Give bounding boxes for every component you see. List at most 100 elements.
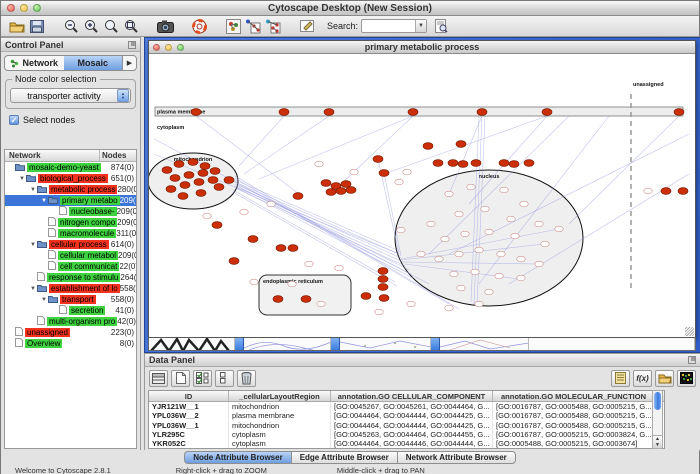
network-node-unselected[interactable] [461,231,469,237]
network-node-selected-color[interactable] [162,167,172,174]
network-edge[interactable] [237,184,409,270]
tab-node-attribute-browser[interactable]: Node Attribute Browser [184,451,291,464]
table-row-ypl036w-1[interactable]: YPL036W__1mitochondrion[GO:0044464, GO:0… [149,421,664,430]
open-folder-icon[interactable] [7,17,27,35]
window-resize-grip[interactable] [685,327,694,336]
network-node-selected-color[interactable] [458,161,468,168]
network-node-selected-color[interactable] [194,179,204,186]
network-node-unselected[interactable] [644,188,652,194]
network-node-selected-color[interactable] [456,141,466,148]
network-node-unselected[interactable] [317,301,325,307]
network-node-unselected[interactable] [457,285,465,291]
select-nodes-checkbox[interactable]: ✓ [9,115,19,125]
tree-expander-icon[interactable]: ▼ [29,286,37,292]
network-node-selected-color[interactable] [326,189,336,196]
zoom-selected-region-icon[interactable] [121,17,141,35]
network-node-unselected[interactable] [475,247,483,253]
network-node-selected-color[interactable] [346,187,356,194]
network-node-unselected[interactable] [455,211,463,217]
close-button[interactable] [7,4,15,12]
tree-item-cell-communicat[interactable]: cell communicat22(0) [5,261,136,272]
minimize-button[interactable] [20,4,28,12]
network-node-unselected[interactable] [427,221,435,227]
network-node-unselected[interactable] [517,256,525,262]
network-node-unselected[interactable] [267,201,275,207]
network-edge[interactable] [569,116,679,224]
network-node-unselected[interactable] [450,271,458,277]
background-window-thumbnail[interactable] [331,338,431,350]
network-node-unselected[interactable] [475,301,483,307]
table-row-ylr295c[interactable]: YLR295Ccytoplasm[GO:0045263, GO:0044464,… [149,430,664,439]
layout-network-icon-1[interactable] [243,17,263,35]
network-node-selected-color[interactable] [180,182,190,189]
network-node-unselected[interactable] [467,184,475,190]
network-node-selected-color[interactable] [208,177,218,184]
tree-item-unassigned[interactable]: unassigned223(0) [5,327,136,338]
tree-item-transport[interactable]: ▼transport558(0) [5,294,136,305]
tab-overflow-arrow-icon[interactable]: ▶ [122,56,136,70]
network-node-selected-color[interactable] [379,295,389,302]
scrollbar-arrows-icon[interactable]: ▲▼ [653,435,662,448]
new-attribute-icon[interactable] [171,370,190,387]
tab-network-attribute-browser[interactable]: Network Attribute Browser [397,451,516,464]
tree-item-response-to-stimulu[interactable]: response to stimulu264(0) [5,272,136,283]
network-node-selected-color[interactable] [276,245,286,252]
search-dropdown-arrow-icon[interactable]: ▼ [415,20,426,32]
network-node-selected-color[interactable] [273,296,283,303]
background-window-thumbnail[interactable] [149,338,235,350]
network-node-unselected[interactable] [335,265,343,271]
network-node-unselected[interactable] [445,305,453,311]
network-node-selected-color[interactable] [184,172,194,179]
tree-expander-icon[interactable]: ▼ [29,242,37,248]
network-node-unselected[interactable] [555,226,563,232]
network-node-unselected[interactable] [375,309,383,315]
table-row-yjr121w-1[interactable]: YJR121W__1mitochondrion[GO:0045267, GO:0… [149,402,664,411]
network-node-unselected[interactable] [305,261,313,267]
network-node-unselected[interactable] [350,169,358,175]
search-input[interactable]: ▼ [361,19,427,33]
network-node-unselected[interactable] [240,209,248,215]
column-header-annotation-go-cellular-component[interactable]: annotation.GO CELLULAR_COMPONENT [331,391,493,401]
network-minimize-button[interactable] [165,44,172,51]
network-node-selected-color[interactable] [524,160,534,167]
background-window-thumbnail[interactable] [235,338,331,350]
column-header-id[interactable]: ID [149,391,229,401]
network-node-selected-color[interactable] [509,161,519,168]
zoom-window-button[interactable] [33,4,41,12]
search-options-icon[interactable] [431,17,451,35]
network-node-unselected[interactable] [455,251,463,257]
network-node-selected-color[interactable] [214,184,224,191]
tree-item-macromolecule[interactable]: macromolecule311(0) [5,228,136,239]
network-node-selected-color[interactable] [674,109,684,116]
attribute-editor-icon[interactable] [611,370,630,387]
network-node-selected-color[interactable] [196,190,206,197]
layout-network-icon-2[interactable] [263,17,283,35]
tree-col-nodes[interactable]: Nodes [100,150,136,161]
network-node-unselected[interactable] [481,206,489,212]
network-node-unselected[interactable] [500,187,508,193]
network-node-selected-color[interactable] [293,193,303,200]
network-overview-icon[interactable] [223,17,243,35]
network-edge[interactable] [233,190,395,282]
network-node-selected-color[interactable] [448,160,458,167]
network-node-unselected[interactable] [507,216,515,222]
network-node-selected-color[interactable] [361,293,371,300]
unselect-attributes-icon[interactable] [215,370,234,387]
network-node-unselected[interactable] [445,191,453,197]
network-node-selected-color[interactable] [373,156,383,163]
snapshot-camera-icon[interactable] [155,17,175,35]
network-view-titlebar[interactable]: primary metabolic process [149,41,695,54]
network-node-selected-color[interactable] [378,268,388,275]
network-edge[interactable] [339,116,413,186]
network-node-unselected[interactable] [497,251,505,257]
network-node-unselected[interactable] [517,275,525,281]
network-node-selected-color[interactable] [301,296,311,303]
network-node-selected-color[interactable] [324,109,334,116]
tree-item-overview[interactable]: Overview8(0) [5,338,136,349]
tree-item-biological-process[interactable]: ▼biological_process651(0) [5,173,136,184]
tree-item-mosaic-demo-yeast[interactable]: mosaic-demo-yeast874(0) [5,162,136,173]
tree-expander-icon[interactable]: ▼ [40,297,48,303]
tree-item-secretion[interactable]: secretion41(0) [5,305,136,316]
network-node-selected-color[interactable] [471,160,481,167]
network-node-selected-color[interactable] [174,161,184,168]
